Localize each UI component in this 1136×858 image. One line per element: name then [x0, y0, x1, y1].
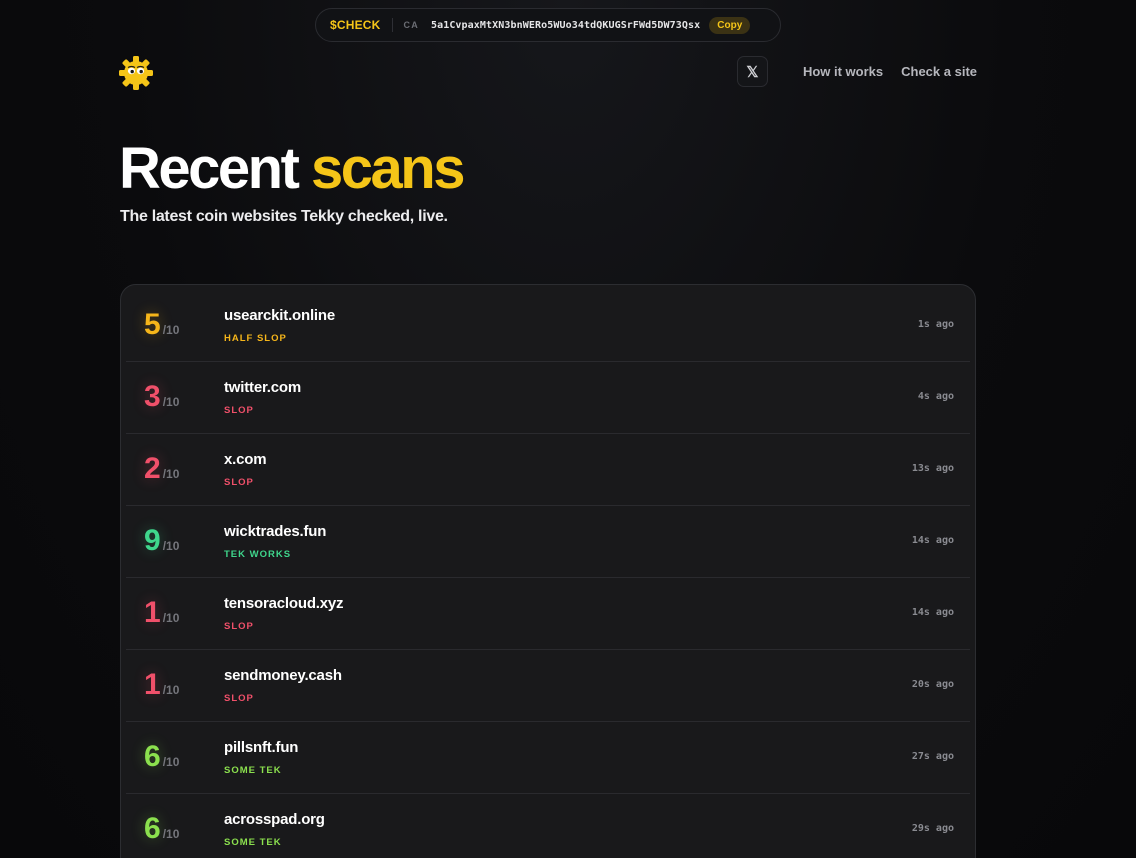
scan-verdict-badge: SOME TEK: [224, 765, 282, 776]
scan-verdict-badge: SLOP: [224, 405, 254, 416]
tekky-gear-logo-icon: [119, 56, 153, 90]
score-denominator: /10: [162, 539, 180, 553]
x-twitter-link[interactable]: 𝕏: [736, 56, 768, 87]
token-ticker: $CHECK: [330, 18, 381, 32]
nav-check-a-site[interactable]: Check a site: [901, 64, 977, 79]
contract-address[interactable]: 5a1CvpaxMtXN3bnWERo5WUo34tdQKUGSrFWd5DW7…: [431, 20, 700, 31]
scan-timestamp: 20s ago: [911, 679, 954, 690]
scan-timestamp: 14s ago: [911, 535, 954, 546]
ca-label: CA: [403, 20, 419, 30]
scan-verdict-badge: SOME TEK: [224, 837, 282, 848]
score-value: 2: [144, 452, 161, 485]
scan-site-domain[interactable]: tensoracloud.xyz: [224, 595, 344, 612]
scan-site-domain[interactable]: x.com: [224, 451, 267, 468]
score-value: 6: [144, 740, 161, 773]
contract-address-bar: $CHECK CA 5a1CvpaxMtXN3bnWERo5WUo34tdQKU…: [315, 8, 781, 42]
scan-row[interactable]: 2/10 x.com SLOP 13s ago: [126, 434, 970, 506]
scan-score: 6/10: [144, 740, 179, 774]
scan-site-domain[interactable]: usearckit.online: [224, 307, 335, 324]
scan-score: 9/10: [144, 524, 179, 558]
scan-timestamp: 13s ago: [911, 463, 954, 474]
scan-score: 6/10: [144, 812, 179, 846]
scan-row[interactable]: 6/10 acrosspad.org SOME TEK 29s ago: [126, 794, 970, 858]
scan-score: 5/10: [144, 308, 179, 342]
score-value: 5: [144, 308, 161, 341]
scan-score: 3/10: [144, 380, 179, 414]
score-denominator: /10: [162, 683, 180, 697]
recent-scans-list: 5/10 usearckit.online HALF SLOP 1s ago 3/10 t…: [120, 284, 976, 858]
scan-row[interactable]: 9/10 wicktrades.fun TEK WORKS 14s ago: [126, 506, 970, 578]
scan-verdict-badge: SLOP: [224, 693, 254, 704]
scan-verdict-badge: HALF SLOP: [224, 333, 287, 344]
scan-site-domain[interactable]: pillsnft.fun: [224, 739, 298, 756]
scan-site-domain[interactable]: sendmoney.cash: [224, 667, 342, 684]
scan-site-domain[interactable]: acrosspad.org: [224, 811, 325, 828]
scan-timestamp: 1s ago: [917, 319, 954, 330]
score-denominator: /10: [162, 395, 180, 409]
copy-address-button[interactable]: Copy: [709, 16, 751, 34]
nav-how-it-works[interactable]: How it works: [803, 64, 883, 79]
title-main: Recent: [119, 136, 300, 201]
score-value: 6: [144, 812, 161, 845]
scan-score: 2/10: [144, 452, 179, 486]
scan-row[interactable]: 1/10 sendmoney.cash SLOP 20s ago: [126, 650, 970, 722]
score-denominator: /10: [162, 467, 180, 481]
scan-score: 1/10: [144, 668, 179, 702]
top-nav: 𝕏 How it works Check a site: [736, 56, 977, 87]
page-title: Recent scans: [119, 136, 465, 202]
scan-row[interactable]: 6/10 pillsnft.fun SOME TEK 27s ago: [126, 722, 970, 794]
divider: [391, 18, 393, 32]
score-denominator: /10: [162, 755, 180, 769]
scan-timestamp: 4s ago: [917, 391, 954, 402]
scan-timestamp: 27s ago: [911, 751, 954, 762]
score-value: 1: [144, 596, 161, 629]
scan-verdict-badge: SLOP: [224, 477, 254, 488]
home-logo[interactable]: [118, 55, 154, 91]
scan-timestamp: 29s ago: [911, 823, 954, 834]
scan-site-domain[interactable]: wicktrades.fun: [224, 523, 326, 540]
scan-row[interactable]: 1/10 tensoracloud.xyz SLOP 14s ago: [126, 578, 970, 650]
scan-timestamp: 14s ago: [911, 607, 954, 618]
score-value: 3: [144, 380, 161, 413]
x-logo-icon: 𝕏: [746, 63, 759, 81]
score-value: 1: [144, 668, 161, 701]
scan-site-domain[interactable]: twitter.com: [224, 379, 301, 396]
score-denominator: /10: [162, 611, 180, 625]
scan-row[interactable]: 3/10 twitter.com SLOP 4s ago: [126, 362, 970, 434]
score-value: 9: [144, 524, 161, 557]
scan-row[interactable]: 5/10 usearckit.online HALF SLOP 1s ago: [126, 290, 970, 362]
score-denominator: /10: [162, 323, 180, 337]
scan-verdict-badge: SLOP: [224, 621, 254, 632]
score-denominator: /10: [162, 827, 180, 841]
title-accent: scans: [311, 136, 465, 201]
scan-score: 1/10: [144, 596, 179, 630]
scan-verdict-badge: TEK WORKS: [224, 549, 292, 560]
page-subtitle: The latest coin websites Tekky checked, …: [120, 208, 448, 225]
